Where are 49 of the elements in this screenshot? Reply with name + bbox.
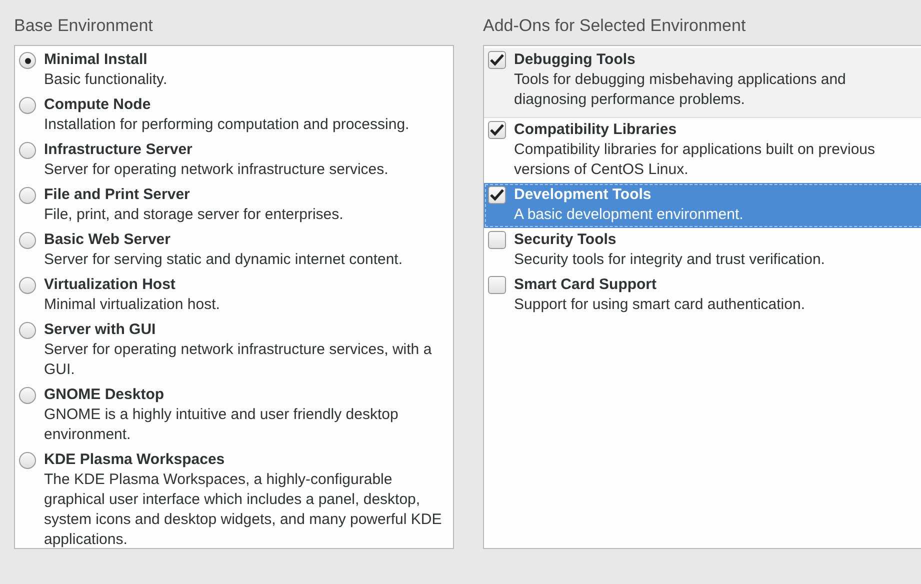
option-description: The KDE Plasma Workspaces, a highly-configurable graphical user interface which includes a panel, desktop, system icons and desktop widgets, and many powerful KDE applications.: [44, 470, 443, 548]
addon-row[interactable]: Development Tools A basic development environment.: [484, 183, 921, 228]
option-title: Security Tools: [514, 230, 618, 250]
checkbox[interactable]: [488, 186, 506, 204]
option-title: File and Print Server: [44, 185, 191, 205]
option-description: A basic development environment.: [514, 205, 744, 225]
radio-button[interactable]: [19, 187, 36, 204]
radio-button[interactable]: [19, 52, 36, 69]
option-description: File, print, and storage server for enterprises.: [44, 205, 344, 225]
option-description: Minimal virtualization host.: [44, 295, 220, 315]
radio-button[interactable]: [19, 452, 36, 469]
radio-button[interactable]: [19, 142, 36, 159]
radio-button[interactable]: [19, 387, 36, 404]
option-title: GNOME Desktop: [44, 385, 166, 405]
option-description: Security tools for integrity and trust verification.: [514, 250, 825, 270]
option-title: Smart Card Support: [514, 275, 658, 295]
option-description: Support for using smart card authentication.: [514, 295, 805, 315]
option-description: Basic functionality.: [44, 70, 168, 90]
option-title: Development Tools: [514, 185, 652, 205]
option-description: Installation for performing computation and processing.: [44, 115, 410, 135]
option-description: Compatibility libraries for applications built on previous versions of CentOS Linux.: [514, 140, 876, 180]
option-description: Server for operating network infrastructure services, with a GUI.: [44, 340, 433, 380]
option-title: Infrastructure Server: [44, 140, 194, 160]
addon-row[interactable]: Debugging Tools Tools for debugging misbehaving applications and diagnosing performance problems.: [484, 48, 921, 118]
checkbox[interactable]: [488, 231, 506, 249]
option-title: Basic Web Server: [44, 230, 172, 250]
option-title: Debugging Tools: [514, 50, 636, 70]
checkbox[interactable]: [488, 121, 506, 139]
radio-button[interactable]: [19, 97, 36, 114]
option-description: Tools for debugging misbehaving applications and diagnosing performance problems.: [514, 70, 847, 110]
addon-row[interactable]: Security Tools Security tools for integrity and trust verification.: [484, 228, 921, 273]
section-title: Add-Ons for Selected Environment: [483, 15, 747, 37]
option-title: Minimal Install: [44, 50, 148, 70]
option-description: Server for operating network infrastructure services.: [44, 160, 388, 180]
radio-button[interactable]: [19, 277, 36, 294]
option-description: Server for serving static and dynamic internet content.: [44, 250, 403, 270]
option-description: GNOME is a highly intuitive and user friendly desktop environment.: [44, 405, 400, 445]
option-title: Compatibility Libraries: [514, 120, 678, 140]
radio-button[interactable]: [19, 322, 36, 339]
checkbox[interactable]: [488, 51, 506, 69]
checkbox[interactable]: [488, 276, 506, 294]
option-title: Virtualization Host: [44, 275, 176, 295]
addon-row[interactable]: Compatibility Libraries Compatibility libraries for applications built on previous versions of CentOS Linux.: [484, 118, 921, 183]
section-title: Base Environment: [14, 15, 154, 37]
option-title: Compute Node: [44, 95, 152, 115]
radio-button[interactable]: [19, 232, 36, 249]
addon-row[interactable]: Smart Card Support Support for using smart card authentication.: [484, 273, 921, 318]
option-title: KDE Plasma Workspaces: [44, 450, 226, 470]
option-title: Server with GUI: [44, 320, 157, 340]
